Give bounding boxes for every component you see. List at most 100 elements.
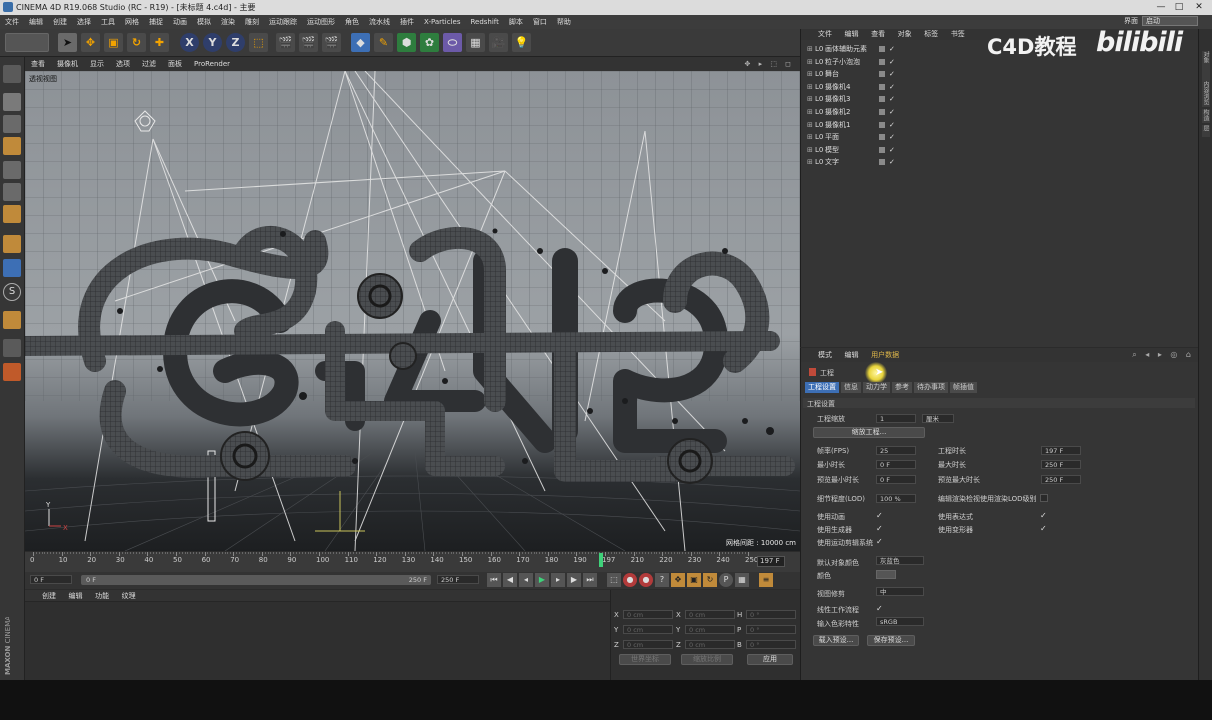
visibility-check-icon[interactable]: ✓ (889, 144, 895, 156)
points-mode-icon[interactable] (3, 161, 21, 179)
menu-item[interactable]: 脚本 (504, 15, 528, 29)
perspective-viewport[interactable]: Y X 透视视图 网格间距 : 10000 cm (25, 71, 800, 551)
menu-item[interactable]: 模拟 (192, 15, 216, 29)
om-tab-file[interactable]: 文件 (813, 29, 837, 40)
planar-workplane-icon[interactable] (3, 339, 21, 357)
use-motion-system-checkbox[interactable]: ✓ (876, 538, 884, 546)
pla-key-icon[interactable]: ▦ (735, 573, 749, 587)
om-tab-tags[interactable]: 标签 (919, 29, 943, 40)
snapping-icon[interactable]: S (3, 283, 21, 301)
layer-tag-icon[interactable] (879, 83, 885, 90)
last-tool-icon[interactable]: ✚ (150, 33, 169, 52)
maximize-button[interactable]: □ (1172, 1, 1186, 13)
coordinate-system-icon[interactable]: ⬚ (249, 33, 268, 52)
solo-mode-icon[interactable] (3, 363, 21, 381)
visibility-check-icon[interactable]: ✓ (889, 119, 895, 131)
am-nav-icons[interactable]: ⌕ ◂ ▸ ◎ ⌂ (1132, 348, 1194, 362)
coord-scale-dropdown[interactable]: 缩放比例 (681, 654, 733, 665)
object-row[interactable]: ⊞ L0 摄像机3 ✓ (807, 93, 1197, 105)
linear-workflow-checkbox[interactable]: ✓ (876, 605, 884, 613)
coord-position-field[interactable]: 0 cm (623, 610, 673, 619)
object-row[interactable]: ⊞ L0 模型 ✓ (807, 144, 1197, 156)
scale-project-button[interactable]: 缩放工程... (813, 427, 925, 438)
coord-size-field[interactable]: 0 cm (685, 640, 735, 649)
om-tab-objects[interactable]: 对象 (893, 29, 917, 40)
polygons-mode-icon[interactable] (3, 205, 21, 223)
project-scale-unit-dropdown[interactable]: 厘米 (922, 414, 954, 423)
menu-item[interactable]: 插件 (395, 15, 419, 29)
side-tab-layers[interactable]: 层 (1202, 125, 1210, 137)
play-icon[interactable]: ▶ (535, 573, 549, 587)
rotation-key-icon[interactable]: ↻ (703, 573, 717, 587)
prev-frame-icon[interactable]: ◂ (519, 573, 533, 587)
floor-icon[interactable]: ▦ (466, 33, 485, 52)
goto-start-icon[interactable]: ⏮ (487, 573, 501, 587)
min-time-field[interactable]: 0 F (876, 460, 916, 469)
timeline-menu-icon[interactable]: ≡ (759, 573, 773, 587)
keyframe-selection-icon[interactable]: ⬚ (607, 573, 621, 587)
coord-rotation-field[interactable]: 0 ° (746, 640, 796, 649)
menu-item[interactable]: 捕捉 (144, 15, 168, 29)
axis-mode-icon[interactable] (3, 235, 21, 253)
menu-item[interactable]: 角色 (340, 15, 364, 29)
select-cursor-icon[interactable]: ➤ (58, 33, 77, 52)
coord-rotation-field[interactable]: 0 ° (746, 610, 796, 619)
visibility-check-icon[interactable]: ✓ (889, 56, 895, 68)
viewport-menu-filter[interactable]: 过滤 (136, 59, 162, 69)
camera-icon[interactable]: 🎥 (489, 33, 508, 52)
visibility-check-icon[interactable]: ✓ (889, 156, 895, 168)
subtab-project-settings[interactable]: 工程设置 (805, 382, 839, 393)
close-button[interactable]: ✕ (1192, 1, 1206, 13)
expand-icon[interactable]: ⊞ (807, 93, 813, 105)
layer-tag-icon[interactable] (879, 146, 885, 153)
menu-item[interactable]: 动画 (168, 15, 192, 29)
cloner-icon[interactable]: ✿ (420, 33, 439, 52)
minimize-button[interactable]: — (1154, 1, 1168, 13)
subtab-dynamics[interactable]: 动力学 (863, 382, 890, 393)
object-row[interactable]: ⊞ L0 平面 ✓ (807, 131, 1197, 143)
expand-icon[interactable]: ⊞ (807, 119, 813, 131)
end-frame-field[interactable]: 250 F (437, 575, 479, 584)
subtab-todo[interactable]: 待办事项 (914, 382, 948, 393)
load-preset-button[interactable]: 载入预设... (813, 635, 859, 646)
rotate-icon[interactable]: ↻ (127, 33, 146, 52)
layer-tag-icon[interactable] (879, 46, 885, 52)
menu-item[interactable]: 运动图形 (302, 15, 340, 29)
object-row[interactable]: ⊞ L0 摄像机1 ✓ (807, 119, 1197, 131)
layer-tag-icon[interactable] (879, 121, 885, 128)
visibility-check-icon[interactable]: ✓ (889, 93, 895, 105)
om-tab-bookmarks[interactable]: 书签 (946, 29, 970, 40)
layer-tag-icon[interactable] (879, 109, 885, 115)
expand-icon[interactable]: ⊞ (807, 156, 813, 168)
layer-tag-icon[interactable] (879, 96, 885, 103)
am-tab-userdata[interactable]: 用户数据 (866, 350, 904, 361)
side-tab-structure[interactable]: 构造 (1202, 109, 1210, 123)
am-tab-mode[interactable]: 模式 (813, 350, 837, 361)
tweak-mode-icon[interactable] (3, 259, 21, 277)
visibility-check-icon[interactable]: ✓ (889, 81, 895, 93)
prev-key-icon[interactable]: ◀ (503, 573, 517, 587)
menu-item[interactable]: 编辑 (24, 15, 48, 29)
move-icon[interactable]: ✥ (81, 33, 100, 52)
layer-tag-icon[interactable] (879, 134, 885, 141)
preview-max-field[interactable]: 250 F (1041, 475, 1081, 484)
side-tab-content-browser[interactable]: 内容浏览器 (1202, 81, 1210, 107)
help-key-icon[interactable]: ? (655, 573, 669, 587)
workplane-icon[interactable] (3, 137, 21, 155)
timeline-playhead[interactable] (599, 553, 603, 567)
visibility-check-icon[interactable]: ✓ (889, 68, 895, 80)
object-row[interactable]: ⊞ L0 摄像机2 ✓ (807, 106, 1197, 118)
frame-range-slider[interactable]: 0 F 250 F (81, 575, 431, 585)
material-tab-texture[interactable]: 纹理 (117, 591, 141, 602)
pen-spline-icon[interactable]: ✎ (374, 33, 393, 52)
coord-position-field[interactable]: 0 cm (623, 640, 673, 649)
expand-icon[interactable]: ⊞ (807, 68, 813, 80)
preview-min-field[interactable]: 0 F (876, 475, 916, 484)
visibility-check-icon[interactable]: ✓ (889, 43, 895, 55)
record-key-icon[interactable]: ● (623, 573, 637, 587)
om-tab-view[interactable]: 查看 (866, 29, 890, 40)
layout-dropdown[interactable]: 启动 (1142, 16, 1198, 26)
view-clipping-dropdown[interactable]: 中 (876, 587, 924, 596)
cube-icon[interactable]: ◆ (351, 33, 370, 52)
deformer-icon[interactable]: ⬭ (443, 33, 462, 52)
